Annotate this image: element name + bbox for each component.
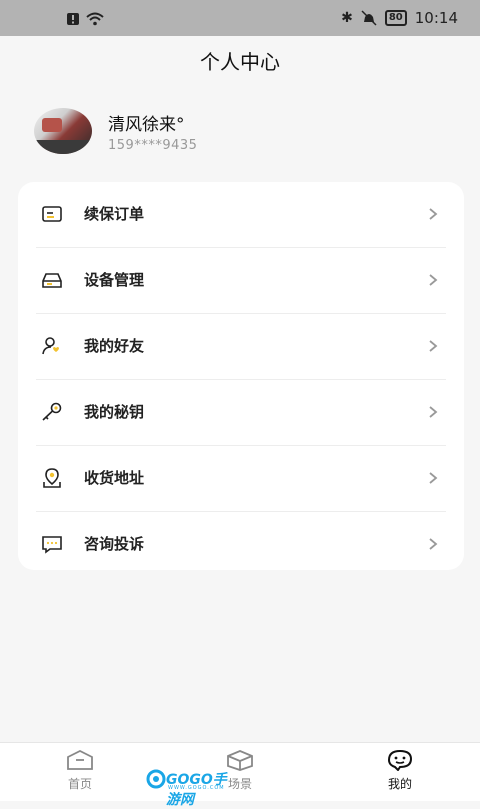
bluetooth-icon: ✱ (341, 10, 353, 26)
menu-item-renewal-orders[interactable]: 续保订单 (36, 182, 446, 248)
key-icon (42, 402, 62, 421)
menu-item-my-friends[interactable]: 我的好友 (36, 314, 446, 380)
home-icon (67, 749, 93, 770)
alert-icon (67, 13, 79, 25)
friends-icon (42, 337, 59, 355)
menu-item-label: 收货地址 (84, 469, 145, 487)
watermark-logo: GOGO手游网 WWW.GOGO.COM (146, 768, 240, 808)
tab-label: 首页 (67, 777, 92, 791)
chevron-right-icon (429, 208, 438, 220)
profile-icon (387, 749, 413, 771)
chevron-right-icon (429, 472, 438, 484)
avatar[interactable] (34, 108, 92, 154)
menu-item-device-management[interactable]: 设备管理 (36, 248, 446, 314)
tab-home[interactable]: 首页 (40, 749, 120, 792)
status-right: ✱ 80 10:14 (341, 9, 458, 27)
page-title: 个人中心 (200, 50, 280, 74)
chevron-right-icon (429, 538, 438, 550)
device-icon (42, 273, 62, 288)
chevron-right-icon (429, 274, 438, 286)
chevron-right-icon (429, 406, 438, 418)
menu-item-consult-complaint[interactable]: 咨询投诉 (36, 512, 446, 578)
avatar-detail-floor (34, 140, 92, 154)
avatar-detail (42, 118, 62, 132)
tab-label: 我的 (387, 777, 412, 791)
wifi-icon (86, 12, 104, 26)
chevron-right-icon (429, 340, 438, 352)
bottom-tab-bar: 首页 场景 我的 (0, 742, 480, 801)
watermark-subtext: WWW.GOGO.COM (168, 785, 225, 791)
menu-item-shipping-address[interactable]: 收货地址 (36, 446, 446, 512)
tab-profile[interactable]: 我的 (360, 749, 440, 792)
user-name: 清风徐来° (108, 115, 185, 135)
order-icon (42, 206, 62, 222)
menu-item-label: 续保订单 (84, 205, 145, 223)
status-left (66, 12, 104, 26)
complaint-icon (42, 536, 62, 554)
menu-item-label: 我的好友 (84, 337, 145, 355)
menu-card: 续保订单 设备管理 我的好友 我的秘钥 收货地址 咨询投诉 (18, 182, 464, 570)
user-phone: 159****9435 (108, 138, 198, 153)
address-icon (43, 468, 61, 488)
status-time: 10:14 (414, 9, 458, 27)
status-bar: ✱ 80 10:14 (0, 0, 480, 36)
watermark-icon (146, 769, 166, 789)
menu-item-my-keys[interactable]: 我的秘钥 (36, 380, 446, 446)
menu-item-label: 我的秘钥 (84, 403, 145, 421)
mute-icon (361, 10, 377, 26)
menu-item-label: 设备管理 (84, 271, 145, 289)
battery-indicator: 80 (384, 10, 407, 26)
menu-item-label: 咨询投诉 (84, 535, 145, 553)
